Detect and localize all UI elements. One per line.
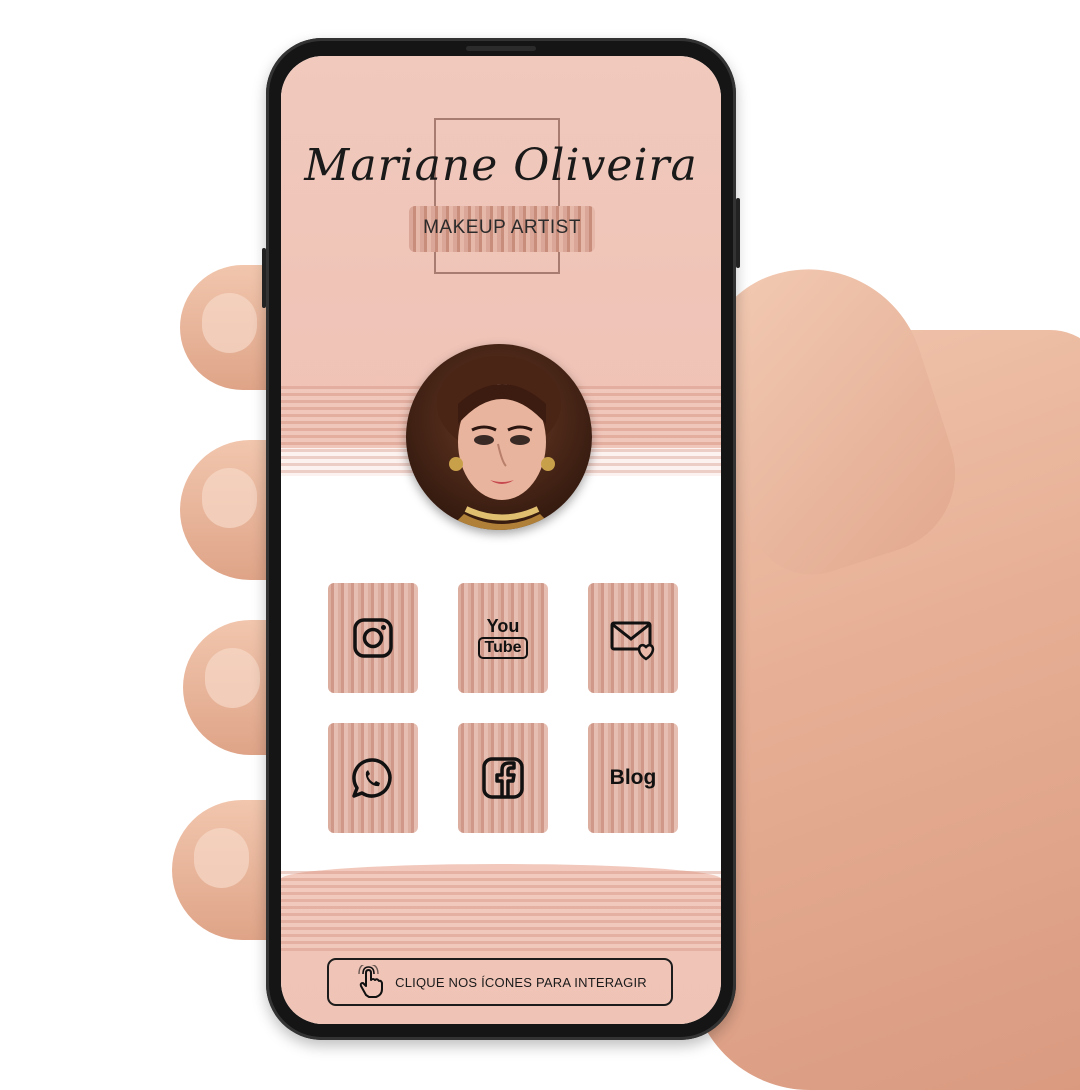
phone-device: Mariane Oliveira MAKEUP ARTIST You Tube …: [262, 38, 740, 1040]
whatsapp-link-button[interactable]: [328, 723, 418, 833]
facebook-icon: [482, 757, 524, 799]
phone-speaker: [466, 46, 536, 51]
footer-brush-stroke: [281, 871, 721, 951]
brand-name: Mariane Oliveira: [304, 140, 698, 191]
hand-pointer-icon: [358, 965, 384, 998]
instagram-icon: [353, 618, 393, 658]
blog-label: Blog: [609, 766, 657, 789]
interact-hint-label: CLIQUE NOS ÍCONES PARA INTERAGIR: [395, 974, 647, 990]
whatsapp-icon: [352, 758, 392, 798]
youtube-link-button[interactable]: You Tube: [458, 583, 548, 693]
facebook-link-button[interactable]: [458, 723, 548, 833]
power-button: [736, 198, 740, 268]
email-link-button[interactable]: [588, 583, 678, 693]
youtube-icon: You Tube: [478, 617, 528, 659]
profile-avatar: [406, 344, 592, 530]
phone-screen: Mariane Oliveira MAKEUP ARTIST You Tube …: [281, 56, 721, 1024]
mail-heart-icon: [610, 621, 655, 661]
volume-button: [262, 248, 266, 308]
instagram-link-button[interactable]: [328, 583, 418, 693]
blog-link-button[interactable]: Blog: [588, 723, 678, 833]
interact-hint-button[interactable]: CLIQUE NOS ÍCONES PARA INTERAGIR: [327, 958, 673, 1006]
brand-subtitle: MAKEUP ARTIST: [423, 217, 581, 238]
